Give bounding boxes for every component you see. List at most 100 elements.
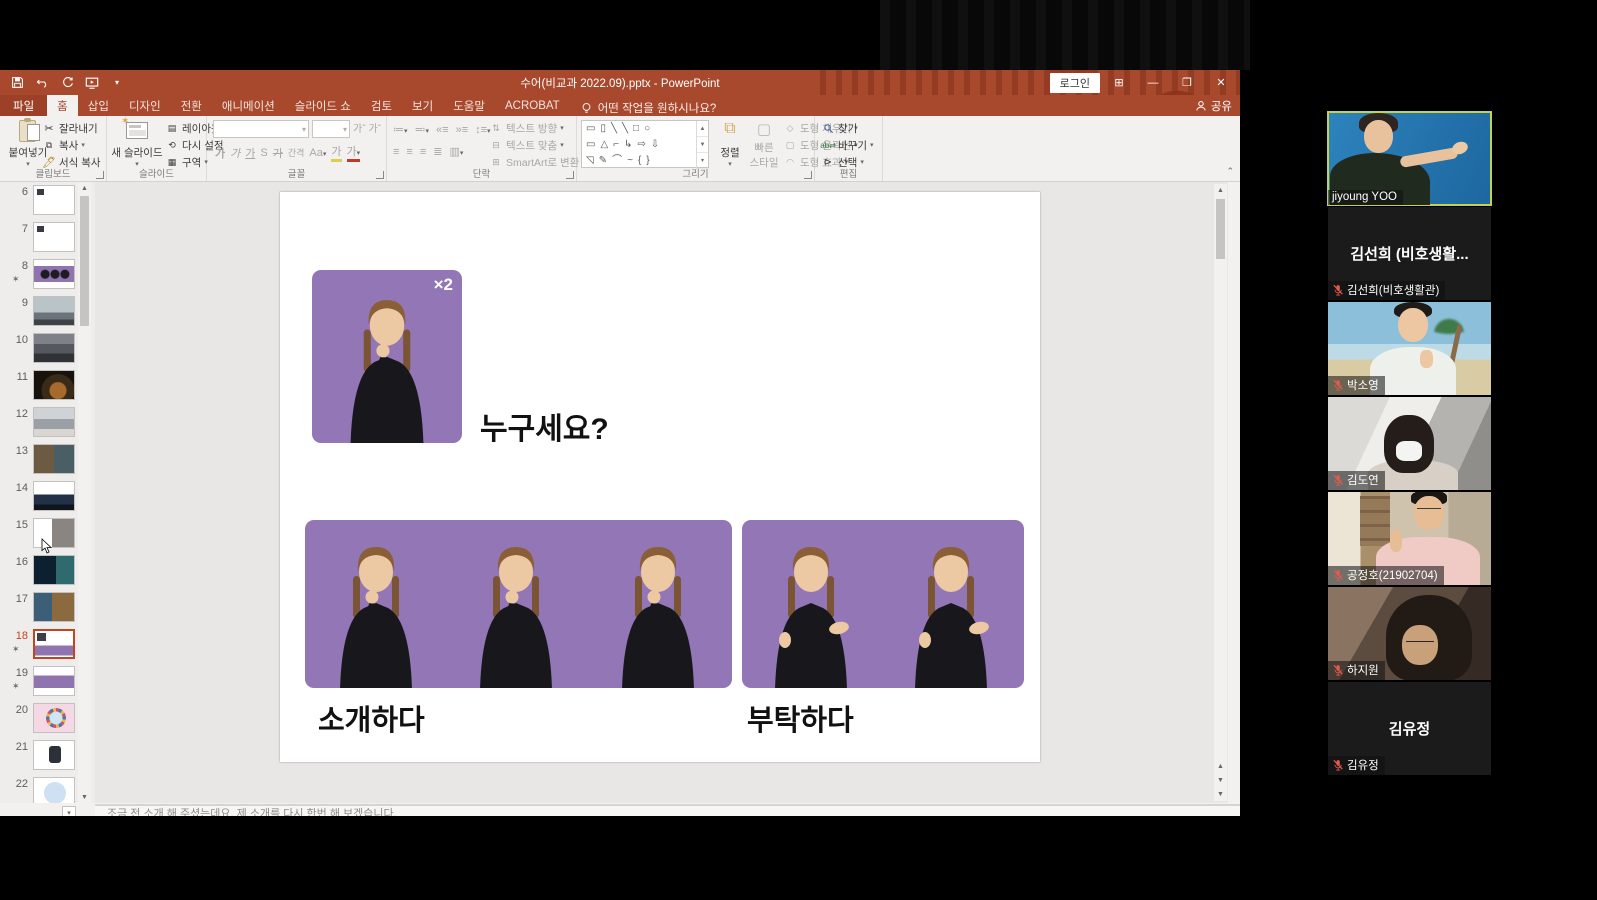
character-spacing-icon[interactable]: 간격 xyxy=(288,146,305,159)
align-text-button[interactable]: ⊟텍스트 맞춤▾ xyxy=(489,137,586,153)
text-direction-button[interactable]: ⇅텍스트 방향▾ xyxy=(489,120,586,136)
clipboard-dialog-launcher-icon[interactable] xyxy=(96,171,104,179)
participant-video-gongjeongho[interactable]: 공정호(21902704) xyxy=(1328,492,1491,585)
participant-name: 박소영 xyxy=(1347,377,1379,393)
tab-help[interactable]: 도움말 xyxy=(443,95,495,116)
font-name-combobox[interactable]: ▾ xyxy=(213,120,309,138)
scroll-up-icon[interactable]: ▲ xyxy=(78,182,91,194)
undo-icon[interactable] xyxy=(35,76,49,90)
minimize-button[interactable]: — xyxy=(1138,72,1168,93)
collapse-ribbon-icon[interactable]: ⌃ xyxy=(1226,166,1234,177)
participant-video-parksoyoung[interactable]: 박소영 xyxy=(1328,302,1491,395)
change-case-icon[interactable]: Aa▾ xyxy=(309,147,326,159)
next-slide-icon[interactable]: ▼ xyxy=(1214,773,1227,787)
justify-icon[interactable]: ≣ xyxy=(433,145,442,158)
thumbnail-scrollbar[interactable]: ▲ ▼ xyxy=(78,182,91,803)
font-dialog-launcher-icon[interactable] xyxy=(376,171,384,179)
slide-18[interactable]: ×2 누구세요? 소개하다 부탁하다 xyxy=(280,192,1040,762)
start-slideshow-icon[interactable] xyxy=(85,76,99,90)
restore-button[interactable]: ❐ xyxy=(1172,72,1202,93)
align-center-icon[interactable]: ≡ xyxy=(406,146,412,158)
participant-video-hajiwon[interactable]: 하지원 xyxy=(1328,587,1491,680)
shape-gallery-scrollbar[interactable]: ▲▼▾ xyxy=(696,121,708,169)
animation-star-icon: ✶ xyxy=(12,681,20,692)
notes-pane[interactable]: 조금 전 소개 해 주셨는데요. 제 소개를 다시 한번 해 보겠습니다. 거창… xyxy=(95,804,1240,816)
slide-number: 20 xyxy=(10,704,28,716)
caption-request[interactable]: 부탁하다 xyxy=(747,697,854,739)
quick-styles-button[interactable]: ▢ 빠른 스타일 xyxy=(745,118,783,168)
group-label-drawing: 그리기 xyxy=(577,166,814,180)
decrease-indent-icon[interactable]: «≡ xyxy=(436,124,449,136)
italic-icon[interactable]: 가 xyxy=(230,145,240,161)
tab-transitions[interactable]: 전환 xyxy=(171,95,212,116)
group-paragraph: ≔▾ ≕▾ «≡ »≡ ↕≡▾ ≡ ≡ ≡ ≣ ▥▾ ⇅텍스트 방향▾ ⊟텍스트… xyxy=(387,116,577,181)
participant-video-kimdoyeon[interactable]: 김도연 xyxy=(1328,397,1491,490)
powerpoint-window: ▾ 수어(비교과 2022.09).pptx - PowerPoint 로그인 … xyxy=(0,70,1240,816)
slide-scrollbar[interactable]: ▲ ▲ ▼ ▼ xyxy=(1214,184,1227,801)
tab-review[interactable]: 검토 xyxy=(361,95,402,116)
sign-image-introduce[interactable] xyxy=(305,520,732,688)
bold-icon[interactable]: 가 xyxy=(215,145,225,161)
qat-customize-icon[interactable]: ▾ xyxy=(110,76,124,90)
highlight-color-icon[interactable]: 가 xyxy=(331,143,341,162)
tab-view[interactable]: 보기 xyxy=(402,95,443,116)
tab-file[interactable]: 파일 xyxy=(0,95,47,116)
slide-number: 16 xyxy=(10,556,28,568)
previous-slide-icon[interactable]: ▲ xyxy=(1214,759,1227,773)
increase-indent-icon[interactable]: »≡ xyxy=(456,124,469,136)
quick-access-toolbar: ▾ xyxy=(10,70,124,95)
shape-gallery[interactable]: ▭▯╲╲□○ ▭△⌐↳⇨⇩ ◹✎⌒~{} ▲▼▾ xyxy=(581,120,709,168)
paragraph-dialog-launcher-icon[interactable] xyxy=(566,171,574,179)
strikethrough-icon[interactable]: 가 xyxy=(273,145,283,161)
align-right-icon[interactable]: ≡ xyxy=(420,146,426,158)
numbering-icon[interactable]: ≕▾ xyxy=(415,123,430,136)
font-color-icon[interactable]: 가▾ xyxy=(347,143,361,162)
replace-button[interactable]: ab⇄바꾸기▾ xyxy=(821,137,874,153)
scrollbar-thumb[interactable] xyxy=(80,196,89,326)
ribbon-display-options-icon[interactable]: ⊞ xyxy=(1104,72,1134,93)
participant-tile-kimsunhee[interactable]: 김선희 (비호생활... 김선희(비호생활관) xyxy=(1328,207,1491,300)
drawing-dialog-launcher-icon[interactable] xyxy=(804,171,812,179)
ribbon: 붙여넣기 ▾ ✂잘라내기 ⧉복사▾ 🖊서식 복사 클립보드 ✶ 새 슬라이드 ▾ xyxy=(0,116,1240,182)
tab-insert[interactable]: 삽입 xyxy=(78,95,119,116)
participant-video-jiyoung-yoo[interactable]: jiyoung YOO xyxy=(1328,112,1491,205)
slide-question-text[interactable]: 누구세요? xyxy=(480,404,609,448)
scroll-down-icon[interactable]: ▼ xyxy=(1214,787,1227,801)
slide-number: 14 xyxy=(10,482,28,494)
text-shadow-icon[interactable]: S xyxy=(260,147,267,159)
align-left-icon[interactable]: ≡ xyxy=(393,146,399,158)
caption-introduce[interactable]: 소개하다 xyxy=(318,697,425,739)
redo-icon[interactable] xyxy=(60,76,74,90)
slide-number: 10 xyxy=(10,334,28,346)
quick-styles-label-1: 빠른 xyxy=(754,140,773,155)
columns-icon[interactable]: ▥▾ xyxy=(449,145,463,158)
save-icon[interactable] xyxy=(10,76,24,90)
share-button[interactable]: 공유 xyxy=(1195,95,1232,116)
bullets-icon[interactable]: ≔▾ xyxy=(393,123,408,136)
tab-design[interactable]: 디자인 xyxy=(119,95,171,116)
tell-me-box[interactable]: 어떤 작업을 원하시나요? xyxy=(570,100,727,116)
scroll-up-icon[interactable]: ▲ xyxy=(1214,184,1227,197)
reset-icon: ⟲ xyxy=(165,139,179,152)
sign-image-request[interactable] xyxy=(742,520,1024,688)
tab-slideshow[interactable]: 슬라이드 쇼 xyxy=(285,95,361,116)
font-size-combobox[interactable]: ▾ xyxy=(312,120,350,138)
cut-button[interactable]: ✂잘라내기 xyxy=(42,120,101,136)
tab-home[interactable]: 홈 xyxy=(47,95,78,116)
tab-acrobat[interactable]: ACROBAT xyxy=(495,95,570,116)
login-button[interactable]: 로그인 xyxy=(1050,73,1100,93)
tab-animations[interactable]: 애니메이션 xyxy=(212,95,285,116)
scroll-down-icon[interactable]: ▼ xyxy=(78,791,91,803)
underline-icon[interactable]: 가 xyxy=(245,145,255,161)
notes-collapse-icon[interactable]: ▾ xyxy=(62,806,76,816)
arrange-button[interactable]: ⧉ 정렬 ▾ xyxy=(713,118,747,168)
grow-font-icon[interactable]: 가ˆ xyxy=(353,120,366,138)
sign-image-repeat[interactable]: ×2 xyxy=(312,270,462,443)
scrollbar-thumb[interactable] xyxy=(1216,199,1225,259)
close-button[interactable]: ✕ xyxy=(1206,72,1236,93)
new-slide-button[interactable]: ✶ 새 슬라이드 ▾ xyxy=(109,118,165,168)
shrink-font-icon[interactable]: 가ˇ xyxy=(369,120,382,138)
find-button[interactable]: 찾기 xyxy=(821,120,874,136)
participant-tile-kimyujeong[interactable]: 김유정 김유정 xyxy=(1328,682,1491,775)
copy-button[interactable]: ⧉복사▾ xyxy=(42,137,101,153)
